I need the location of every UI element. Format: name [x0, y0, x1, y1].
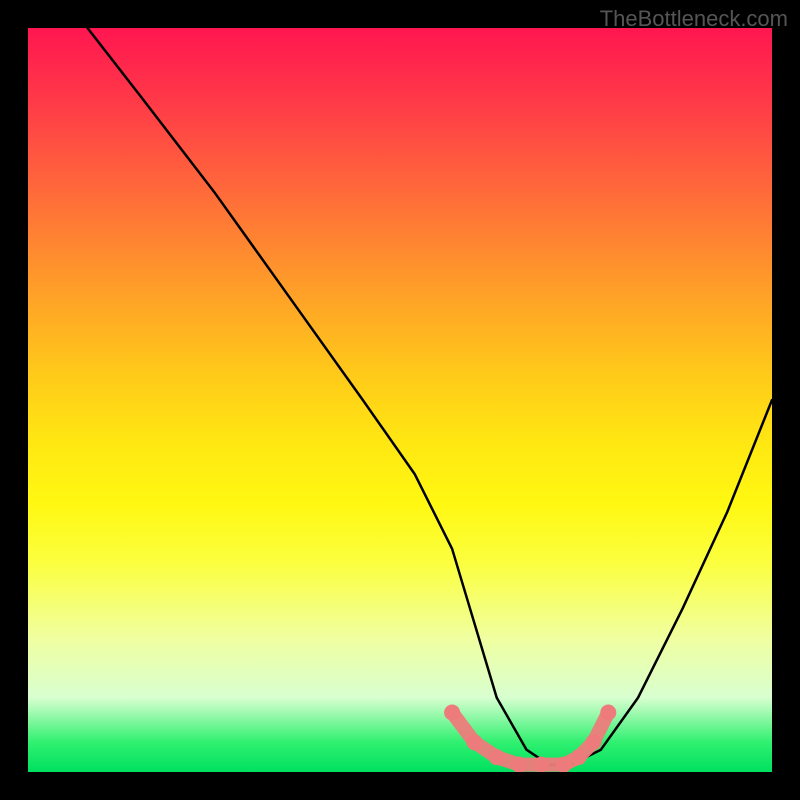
highlight-points — [444, 705, 616, 773]
curve-svg — [28, 28, 772, 772]
main-curve — [88, 28, 773, 765]
watermark-text: TheBottleneck.com — [600, 6, 788, 32]
plot-area — [28, 28, 772, 772]
chart-container: TheBottleneck.com — [0, 0, 800, 800]
